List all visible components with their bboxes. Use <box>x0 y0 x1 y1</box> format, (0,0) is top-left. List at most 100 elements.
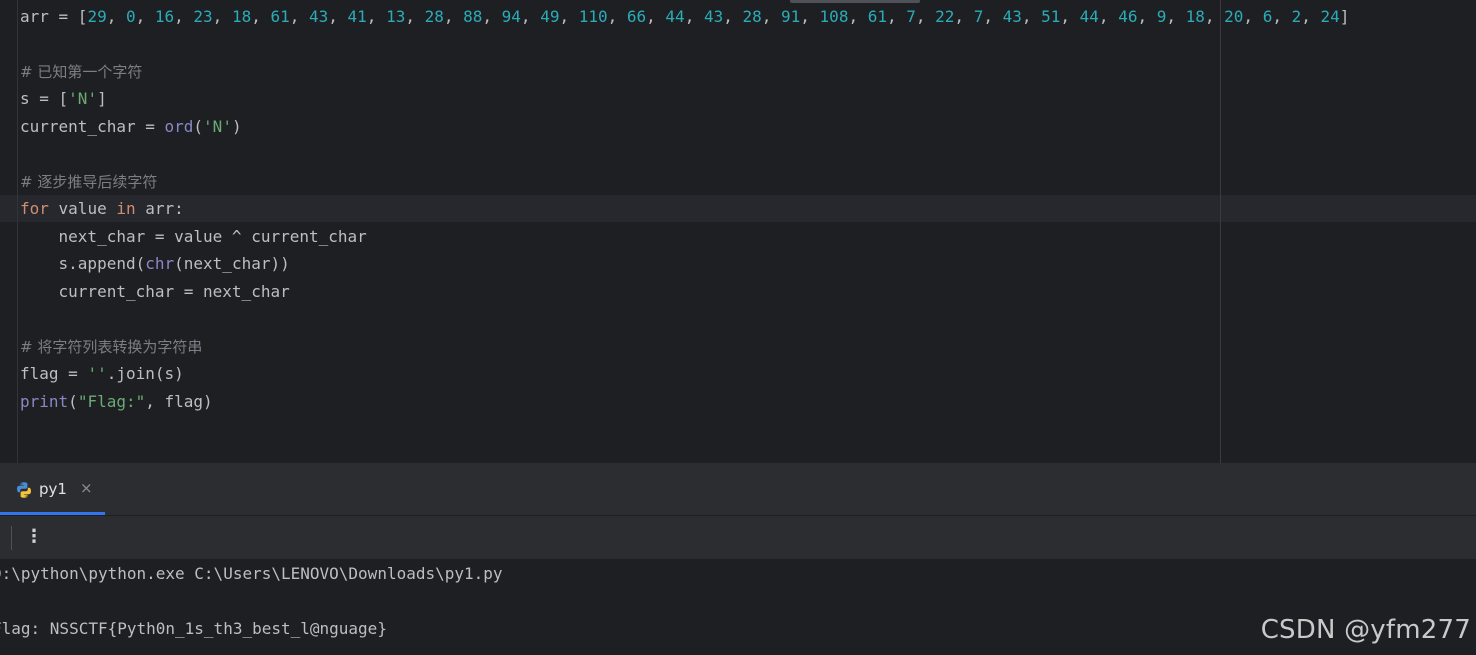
code-token: s = [ <box>20 89 69 108</box>
code-token: , <box>1137 7 1157 26</box>
code-line[interactable]: # 将字符列表转换为字符串 <box>20 337 202 357</box>
code-token: 28 <box>742 7 762 26</box>
code-line[interactable]: next_char = value ^ current_char <box>20 227 367 247</box>
code-token: current_char = next_char <box>20 282 290 301</box>
code-token: , <box>1301 7 1321 26</box>
code-token: , <box>1166 7 1186 26</box>
code-token: 20 <box>1224 7 1244 26</box>
code-editor[interactable]: arr = [29, 0, 16, 23, 18, 61, 43, 41, 13… <box>0 0 1476 463</box>
more-options-icon[interactable]: ⋮ <box>25 525 43 549</box>
code-token: flag = <box>20 364 88 383</box>
code-token: 41 <box>347 7 367 26</box>
code-token: 'N' <box>203 117 232 136</box>
code-token: 23 <box>193 7 213 26</box>
code-token: , <box>761 7 782 26</box>
code-line[interactable]: current_char = next_char <box>20 282 290 302</box>
code-token: 66 <box>626 7 647 26</box>
code-token: 108 <box>819 7 849 26</box>
code-token: 22 <box>935 7 955 26</box>
code-line[interactable]: # 逐步推导后续字符 <box>20 172 157 192</box>
code-line[interactable]: print("Flag:", flag) <box>20 392 213 412</box>
editor-gutter-divider <box>17 0 18 463</box>
code-line[interactable]: s.append(chr(next_char)) <box>20 254 290 274</box>
code-token: , <box>1021 7 1042 26</box>
code-token: , <box>915 7 936 26</box>
code-token: print <box>20 392 69 411</box>
code-token: , <box>1204 7 1225 26</box>
code-token: 6 <box>1262 7 1273 26</box>
code-token: , <box>559 7 579 26</box>
code-token: 24 <box>1320 7 1340 26</box>
code-token: ord <box>164 117 194 136</box>
code-token: , <box>482 7 502 26</box>
code-token: 28 <box>424 7 444 26</box>
code-token: arr: <box>135 199 184 218</box>
code-token: 'N' <box>68 89 98 108</box>
code-token: 44 <box>665 7 685 26</box>
code-token: in <box>116 199 136 218</box>
code-token: , <box>1272 7 1292 26</box>
code-token: , <box>983 7 1003 26</box>
current-line-highlight <box>0 195 1476 222</box>
code-token: 61 <box>867 7 887 26</box>
code-line[interactable]: for value in arr: <box>20 199 184 219</box>
code-token: , <box>646 7 666 26</box>
code-token: "Flag:" <box>77 392 146 411</box>
code-token: 9 <box>1156 7 1167 26</box>
code-token: 46 <box>1118 7 1138 26</box>
code-token: 61 <box>270 7 290 26</box>
editor-scrollbar-thumb[interactable] <box>790 0 920 3</box>
code-token: , <box>1098 7 1119 26</box>
code-line[interactable]: # 已知第一个字符 <box>20 62 142 82</box>
code-token: , <box>520 7 541 26</box>
code-token: ) <box>231 117 242 136</box>
code-token: , <box>684 7 704 26</box>
code-token: , <box>106 7 126 26</box>
code-line[interactable]: arr = [29, 0, 16, 23, 18, 61, 43, 41, 13… <box>20 7 1349 27</box>
code-token: 51 <box>1041 7 1061 26</box>
tab-py1[interactable]: py1 × <box>0 463 105 515</box>
code-token: .join(s) <box>106 364 184 383</box>
run-toolbar: ⋮ <box>0 516 1476 559</box>
code-token: 7 <box>973 7 984 26</box>
code-token: 13 <box>386 7 406 26</box>
code-token: 43 <box>309 7 329 26</box>
code-token: 7 <box>906 7 916 26</box>
code-token: '' <box>87 364 107 383</box>
close-icon[interactable]: × <box>80 479 93 497</box>
code-token: , <box>212 7 232 26</box>
code-line[interactable]: s = ['N'] <box>20 89 107 109</box>
run-tool-window-header: py1 × <box>0 463 1476 516</box>
code-token: , <box>135 7 155 26</box>
code-line[interactable]: current_char = ord('N') <box>20 117 242 137</box>
code-token: , <box>886 7 907 26</box>
code-token: arr = [ <box>20 7 88 26</box>
code-token: 29 <box>87 7 107 26</box>
code-token: # 已知第一个字符 <box>20 63 143 81</box>
code-token: next_char = value ^ current_char <box>20 227 367 246</box>
code-token: , flag) <box>145 392 213 411</box>
code-token: 43 <box>703 7 724 26</box>
code-token: current_char = <box>20 117 165 136</box>
code-token: , <box>607 7 627 26</box>
code-line[interactable]: flag = ''.join(s) <box>20 364 184 384</box>
code-token: ( <box>193 117 204 136</box>
console-output-line: Flag: NSSCTF{Pyth0n_1s_th3_best_l@nguage… <box>0 619 387 638</box>
code-token: , <box>405 7 425 26</box>
code-token: ] <box>1339 7 1350 26</box>
code-token: chr <box>145 254 175 273</box>
code-token: 16 <box>154 7 175 26</box>
code-token: (next_char)) <box>174 254 290 273</box>
run-console[interactable]: D:\python\python.exe C:\Users\LENOVO\Dow… <box>0 559 1476 655</box>
watermark: CSDN @yfm277 <box>1260 615 1471 645</box>
code-token: # 逐步推导后续字符 <box>20 173 158 191</box>
code-token: 91 <box>781 7 801 26</box>
code-token: , <box>366 7 387 26</box>
code-token: , <box>723 7 743 26</box>
code-token: ] <box>97 89 107 108</box>
code-token: , <box>954 7 974 26</box>
code-token: , <box>800 7 820 26</box>
code-token: , <box>848 7 868 26</box>
code-token: 43 <box>1002 7 1022 26</box>
code-token: , <box>251 7 271 26</box>
